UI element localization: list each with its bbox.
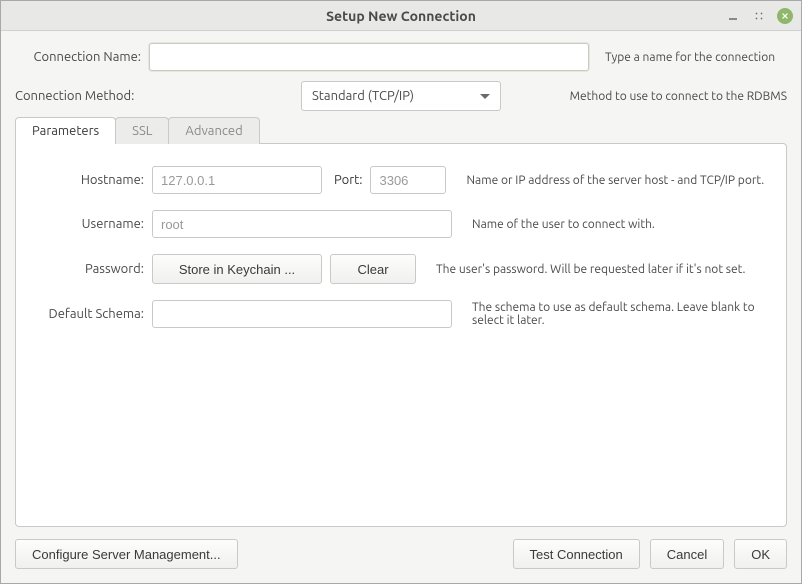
password-help: The user's password. Will be requested l… — [436, 263, 768, 276]
titlebar-controls — [725, 1, 793, 31]
clear-password-button[interactable]: Clear — [330, 254, 416, 284]
connection-method-selected: Standard (TCP/IP) — [312, 89, 414, 103]
chevron-down-icon — [480, 94, 490, 99]
username-row: Username: Name of the user to connect wi… — [34, 210, 768, 238]
hostname-row: Hostname: Port: Name or IP address of th… — [34, 166, 768, 194]
close-button[interactable] — [777, 8, 793, 24]
configure-server-management-button[interactable]: Configure Server Management... — [15, 539, 238, 569]
port-input[interactable] — [370, 166, 446, 194]
default-schema-input[interactable] — [152, 300, 452, 328]
dialog-body: Connection Name: Type a name for the con… — [1, 31, 801, 583]
connection-name-label: Connection Name: — [15, 50, 141, 64]
test-connection-button[interactable]: Test Connection — [513, 539, 640, 569]
port-label: Port: — [334, 173, 362, 187]
hostname-input[interactable] — [152, 166, 322, 194]
tab-advanced-label: Advanced — [185, 124, 242, 138]
default-schema-label: Default Schema: — [34, 307, 144, 321]
maximize-button[interactable] — [751, 8, 767, 24]
password-label: Password: — [34, 262, 144, 276]
default-schema-help: The schema to use as default schema. Lea… — [472, 301, 768, 327]
connection-name-help: Type a name for the connection — [605, 51, 775, 64]
footer-right: Test Connection Cancel OK — [513, 539, 788, 569]
cancel-button[interactable]: Cancel — [650, 539, 724, 569]
tab-ssl[interactable]: SSL — [115, 117, 169, 144]
hostname-label: Hostname: — [34, 173, 144, 187]
connection-name-row: Connection Name: Type a name for the con… — [15, 43, 787, 71]
maximize-icon — [754, 11, 764, 21]
minimize-icon — [728, 11, 738, 21]
password-row: Password: Store in Keychain ... Clear Th… — [34, 254, 768, 284]
ok-button[interactable]: OK — [734, 539, 787, 569]
default-schema-row: Default Schema: The schema to use as def… — [34, 300, 768, 328]
connection-method-select[interactable]: Standard (TCP/IP) — [301, 81, 501, 111]
connection-method-help: Method to use to connect to the RDBMS — [570, 90, 787, 103]
titlebar: Setup New Connection — [1, 1, 801, 31]
connection-name-input[interactable] — [149, 43, 589, 71]
minimize-button[interactable] — [725, 8, 741, 24]
close-icon — [781, 12, 789, 20]
tab-ssl-label: SSL — [132, 124, 152, 138]
connection-method-label: Connection Method: — [15, 89, 141, 103]
connection-method-row: Connection Method: Standard (TCP/IP) Met… — [15, 81, 787, 111]
window-title: Setup New Connection — [326, 8, 476, 24]
username-label: Username: — [34, 217, 144, 231]
hostname-help: Name or IP address of the server host - … — [466, 174, 768, 187]
tab-advanced[interactable]: Advanced — [168, 117, 259, 144]
tab-parameters[interactable]: Parameters — [15, 117, 116, 144]
tabs: Parameters SSL Advanced — [15, 117, 787, 144]
username-input[interactable] — [152, 210, 452, 238]
tab-body-parameters: Hostname: Port: Name or IP address of th… — [15, 143, 787, 527]
window: Setup New Connection Connection Name: Ty… — [0, 0, 802, 584]
tab-parameters-label: Parameters — [32, 124, 99, 138]
username-help: Name of the user to connect with. — [472, 218, 768, 231]
store-in-keychain-button[interactable]: Store in Keychain ... — [152, 254, 322, 284]
footer: Configure Server Management... Test Conn… — [15, 539, 787, 569]
